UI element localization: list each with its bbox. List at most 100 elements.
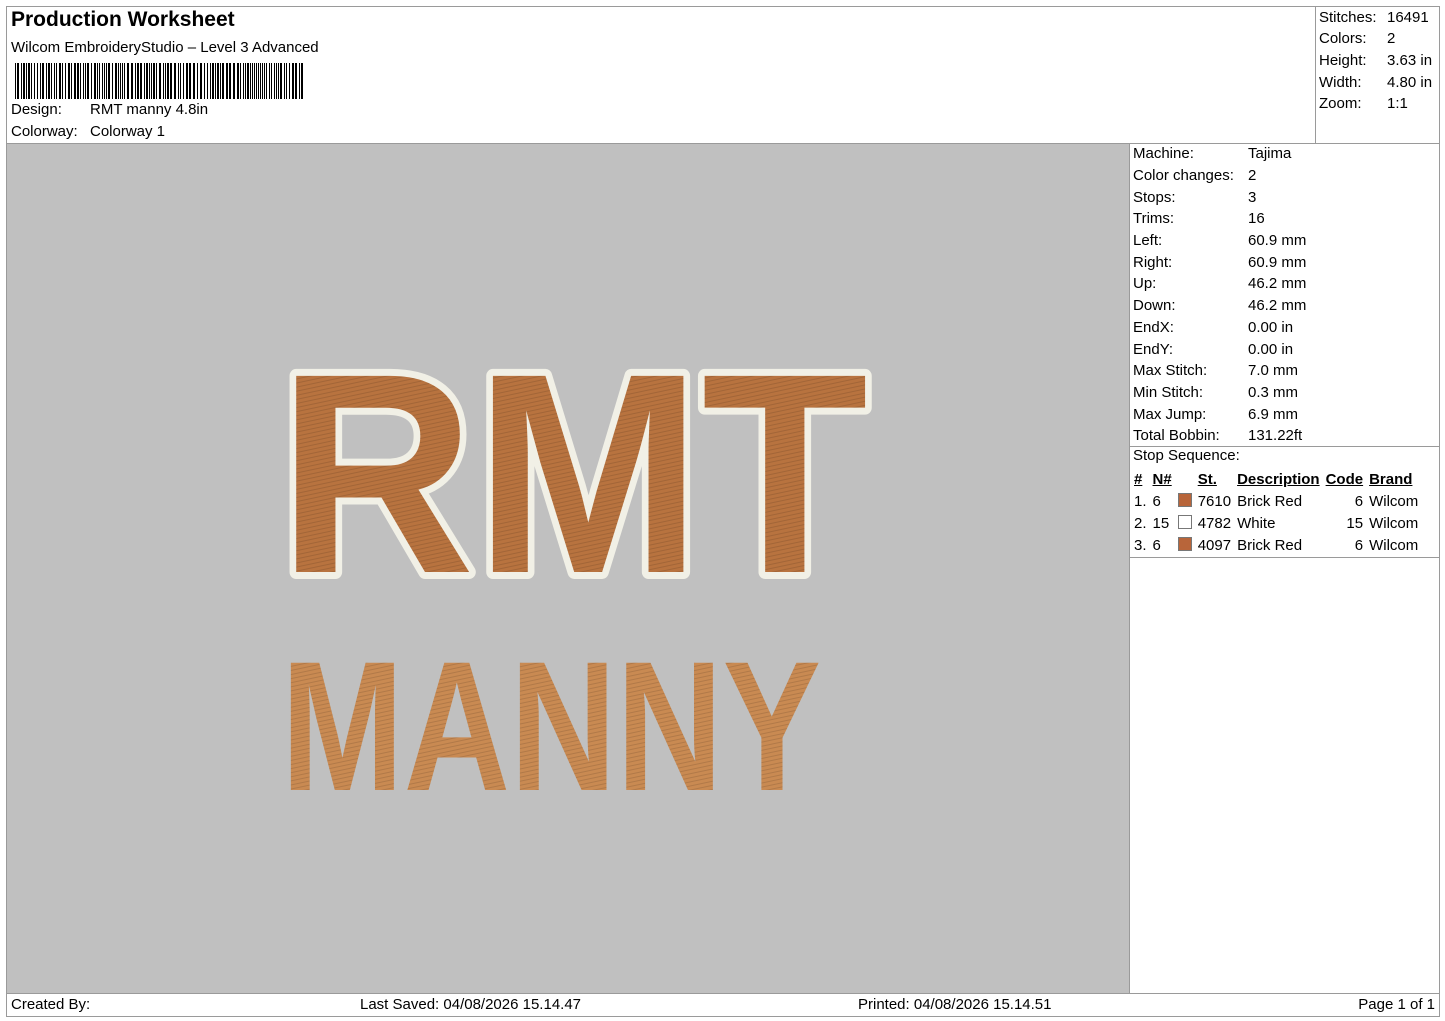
- barcode-bar: [144, 63, 145, 99]
- machine-label: Min Stitch:: [1133, 384, 1204, 401]
- table-row: 3. 6 4097 Brick Red 6 Wilcom: [1131, 534, 1421, 556]
- worksheet-footer: Created By: Last Saved: 04/08/2026 15.14…: [6, 993, 1440, 1017]
- design-preview: RMT RMT RMT MANNY MANNY: [6, 143, 1130, 994]
- stop-swatch-cell: [1175, 490, 1195, 512]
- barcode-bar: [299, 63, 300, 99]
- barcode-bar: [120, 63, 121, 99]
- barcode-bar: [204, 63, 205, 99]
- barcode-bar: [233, 63, 235, 99]
- worksheet-title: Production Worksheet: [11, 8, 235, 31]
- summary-label: Height:: [1319, 52, 1367, 69]
- worksheet-header: Production Worksheet Wilcom EmbroiderySt…: [6, 6, 1316, 144]
- barcode-bar: [243, 63, 244, 99]
- stop-stitches: 4782: [1197, 514, 1232, 532]
- barcode-bar: [48, 63, 50, 99]
- barcode-bar: [46, 63, 47, 99]
- barcode-bar: [189, 63, 191, 99]
- barcode-bar: [37, 63, 38, 99]
- barcode-bar: [174, 63, 176, 99]
- colorway-value: Colorway 1: [90, 123, 166, 140]
- barcode-bar: [207, 63, 208, 99]
- machine-row: EndX: 0.00 in: [1133, 319, 1293, 336]
- machine-value: 3: [1248, 189, 1257, 206]
- stop-brand: Wilcom: [1369, 514, 1419, 532]
- machine-info-panel: Machine: Tajima Color changes: 2 Stops: 3 T…: [1129, 143, 1440, 994]
- barcode-bar: [245, 63, 246, 99]
- stop-description: Brick Red: [1237, 536, 1303, 554]
- stop-stitches: 7610: [1197, 492, 1232, 510]
- barcode-bar: [250, 63, 251, 99]
- stop-needle: 6: [1152, 492, 1161, 510]
- barcode-bar: [83, 63, 84, 99]
- barcode-bar: [180, 63, 181, 99]
- page-number: Page 1 of 1: [1358, 996, 1435, 1013]
- machine-label: Down:: [1133, 297, 1176, 314]
- summary-value: 4.80 in: [1387, 74, 1433, 91]
- barcode-bar: [269, 63, 270, 99]
- machine-row: EndY: 0.00 in: [1133, 341, 1293, 358]
- machine-label: Total Bobbin:: [1133, 427, 1220, 444]
- barcode-bar: [112, 63, 113, 99]
- barcode-bar: [178, 63, 179, 99]
- color-swatch: [1177, 514, 1192, 529]
- barcode-bar: [106, 63, 107, 99]
- barcode-bar: [97, 63, 98, 99]
- machine-label: EndX:: [1133, 319, 1174, 336]
- stop-index: 3.: [1134, 536, 1147, 554]
- barcode-bar: [127, 63, 129, 99]
- barcode-bar: [274, 63, 275, 99]
- stop-needle: 6: [1152, 536, 1161, 554]
- stop-index: 2.: [1134, 514, 1147, 532]
- machine-value: 46.2 mm: [1248, 297, 1307, 314]
- barcode-bar: [68, 63, 70, 99]
- barcode-bar: [15, 63, 16, 99]
- barcode-bar: [34, 63, 35, 99]
- design-label: Design:: [11, 101, 62, 118]
- stop-description: Brick Red: [1237, 492, 1303, 510]
- machine-row: Machine: Tajima: [1133, 145, 1291, 162]
- summary-row: Colors: 2: [1319, 30, 1395, 47]
- summary-value: 3.63 in: [1387, 52, 1433, 69]
- machine-row: Min Stitch: 0.3 mm: [1133, 384, 1298, 401]
- summary-row: Zoom: 1:1: [1319, 95, 1408, 112]
- stop-sequence-table: # N# St. Description Code Brand 1. 6 761…: [1131, 469, 1421, 556]
- barcode-bar: [193, 63, 195, 99]
- col-index: #: [1134, 471, 1143, 488]
- machine-row: Max Stitch: 7.0 mm: [1133, 362, 1298, 379]
- machine-row: Total Bobbin: 131.22ft: [1133, 427, 1302, 444]
- barcode-bar: [28, 63, 30, 99]
- barcode-bar: [59, 63, 61, 99]
- barcode-bar: [17, 63, 19, 99]
- machine-value: 16: [1248, 210, 1265, 227]
- summary-row: Stitches: 16491: [1319, 9, 1429, 26]
- machine-value: 0.00 in: [1248, 319, 1294, 336]
- machine-label: Trims:: [1133, 210, 1175, 227]
- barcode-bar: [254, 63, 255, 99]
- barcode-bar: [186, 63, 188, 99]
- summary-label: Colors:: [1319, 30, 1367, 47]
- color-swatch: [1177, 492, 1192, 507]
- barcode-bar: [197, 63, 198, 99]
- machine-row: Right: 60.9 mm: [1133, 254, 1306, 271]
- manny-stitch-texture: MANNY: [281, 624, 821, 830]
- barcode-bar: [118, 63, 119, 99]
- barcode-bar: [286, 63, 287, 99]
- barcode-bar: [156, 63, 157, 99]
- col-code: Code: [1325, 471, 1364, 488]
- machine-row: Up: 46.2 mm: [1133, 275, 1306, 292]
- barcode-bar: [137, 63, 139, 99]
- barcode-bar: [40, 63, 41, 99]
- barcode-bar: [301, 63, 303, 99]
- barcode-bar: [212, 63, 214, 99]
- table-header-row: # N# St. Description Code Brand: [1131, 469, 1421, 490]
- printed-date: Printed: 04/08/2026 15.14.51: [858, 996, 1052, 1013]
- divider: [1130, 557, 1439, 558]
- barcode: [15, 63, 303, 99]
- col-needle: N#: [1152, 471, 1172, 488]
- barcode-bar: [77, 63, 79, 99]
- machine-label: Color changes:: [1133, 167, 1234, 184]
- barcode-bar: [54, 63, 55, 99]
- stop-code: 6: [1354, 536, 1364, 554]
- machine-value: 46.2 mm: [1248, 275, 1307, 292]
- machine-label: Stops:: [1133, 189, 1176, 206]
